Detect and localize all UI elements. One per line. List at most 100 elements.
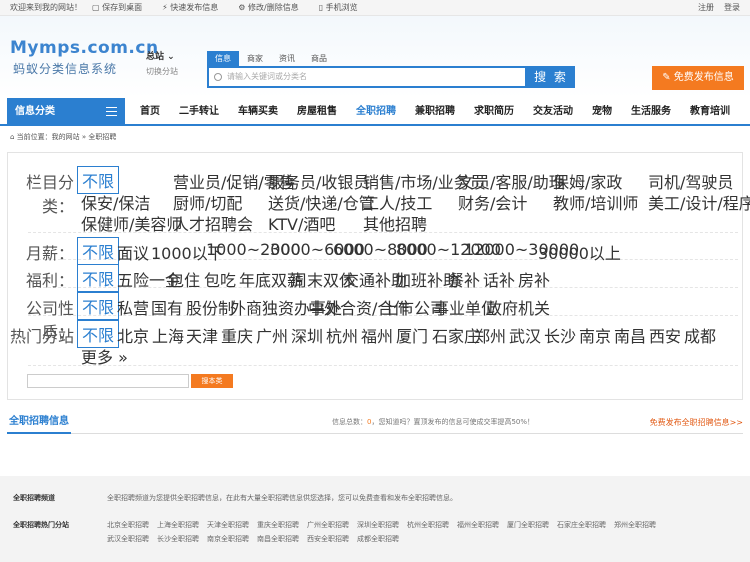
filter-option-city[interactable]: 重庆 [221, 323, 253, 347]
hot-city-link[interactable]: 北京全职招聘 [107, 520, 149, 534]
filter-option-column[interactable]: 美工/设计/程序员 [648, 190, 750, 214]
filter-option-city[interactable]: 长沙 [544, 323, 576, 347]
filter-option-city[interactable]: 武汉 [509, 323, 541, 347]
filter-option-city[interactable]: 广州 [256, 323, 288, 347]
filter-option-city[interactable]: 石家庄 [432, 323, 480, 347]
city-switch-link[interactable]: 切换分站 [146, 66, 178, 77]
filter-option-welfare[interactable]: 包吃 [204, 267, 236, 291]
filter-option-city[interactable]: 郑州 [474, 323, 506, 347]
filter-more-link[interactable]: 更多 » [81, 344, 128, 368]
register-link[interactable]: 注册 [698, 0, 714, 16]
keyword-search-button[interactable]: 搜本类 [191, 374, 233, 388]
free-post-link[interactable]: 免费发布全职招聘信息>> [650, 417, 743, 428]
filter-option-city[interactable]: 福州 [361, 323, 393, 347]
filter-option-city[interactable]: 南京 [579, 323, 611, 347]
hot-city-link[interactable]: 石家庄全职招聘 [557, 520, 606, 534]
search-input[interactable]: 请输入关键词或分类名 [207, 66, 527, 88]
filter-all-welfare[interactable]: 不限 [77, 264, 120, 292]
hot-city-link[interactable]: 成都全职招聘 [357, 534, 399, 548]
filter-option-column[interactable]: 财务/会计 [458, 190, 527, 214]
hot-city-link[interactable]: 福州全职招聘 [457, 520, 499, 534]
nav-item[interactable]: 车辆买卖 [238, 98, 278, 126]
logo-slogan: 蚂蚁分类信息系统 [13, 62, 118, 76]
edit-delete-link[interactable]: ⚙ 修改/删除信息 [238, 0, 308, 16]
filter-option-company[interactable]: 私营 [117, 295, 149, 319]
filter-option-city[interactable]: 天津 [186, 323, 218, 347]
channel-label: 全职招聘频道 [13, 494, 55, 502]
nav-item[interactable]: 求职简历 [474, 98, 514, 126]
filter-option-city[interactable]: 上海 [152, 323, 184, 347]
filter-option-company[interactable]: 股份制 [186, 295, 234, 319]
hot-city-link[interactable]: 广州全职招聘 [307, 520, 349, 534]
hot-city-link[interactable]: 重庆全职招聘 [257, 520, 299, 534]
filter-divider [28, 365, 738, 366]
filter-option-column[interactable]: 保健师/美容师 [81, 211, 182, 235]
hot-city-link[interactable]: 深圳全职招聘 [357, 520, 399, 534]
search-tab-news[interactable]: 资讯 [271, 51, 303, 66]
filter-option-column[interactable]: KTV/酒吧 [268, 211, 335, 235]
search-tab-info[interactable]: 信息 [207, 51, 239, 66]
filter-all-salary[interactable]: 不限 [77, 237, 120, 265]
filter-label-salary: 月薪： [25, 244, 74, 263]
filter-option-company[interactable]: 国有 [151, 295, 183, 319]
hot-city-link[interactable]: 南昌全职招聘 [257, 534, 299, 548]
nav-item[interactable]: 房屋租售 [297, 98, 337, 126]
search-tab-goods[interactable]: 商品 [303, 51, 335, 66]
login-link[interactable]: 登录 [724, 0, 740, 16]
filter-label-city: 热门分站 [9, 327, 74, 346]
filter-label-column: 栏目分类： [25, 173, 74, 216]
filter-option-salary[interactable]: 30000以上 [538, 240, 621, 264]
nav-item[interactable]: 生活服务 [631, 98, 671, 126]
list-title: 全职招聘信息 [7, 412, 71, 434]
nav-item[interactable]: 宠物 [592, 98, 612, 126]
nav-item[interactable]: 首页 [140, 98, 160, 126]
filter-option-city[interactable]: 西安 [649, 323, 681, 347]
filter-option-city[interactable]: 厦门 [396, 323, 428, 347]
mobile-link[interactable]: ▯ 手机浏览 [319, 0, 368, 16]
filter-option-city[interactable]: 南昌 [614, 323, 646, 347]
filter-option-company[interactable]: 政府机关 [486, 295, 550, 319]
hot-city-link[interactable]: 天津全职招聘 [207, 520, 249, 534]
nav-item[interactable]: 兼职招聘 [415, 98, 455, 126]
hot-city-link[interactable]: 长沙全职招聘 [157, 534, 199, 548]
save-desktop-link[interactable]: ▢ 保存到桌面 [92, 0, 152, 16]
quick-post-link[interactable]: ⚡ 快速发布信息 [162, 0, 228, 16]
hot-city-link[interactable]: 上海全职招聘 [157, 520, 199, 534]
main-nav: 信息分类 首页 二手转让 车辆买卖 房屋租售 全职招聘 兼职招聘 求职简历 交友活动 宠物 生活服… [0, 98, 750, 126]
hot-city-link[interactable]: 厦门全职招聘 [507, 520, 549, 534]
filter-option-column[interactable]: 其他招聘 [363, 211, 427, 235]
search-tab-shop[interactable]: 商家 [239, 51, 271, 66]
home-icon: ⌂ [10, 133, 17, 141]
filter-option-salary[interactable]: 面议 [117, 240, 149, 264]
filter-option-welfare[interactable]: 餐补 [448, 267, 480, 291]
logo[interactable]: Mymps.com.cn [10, 38, 159, 58]
hot-city-link[interactable]: 西安全职招聘 [307, 534, 349, 548]
filter-option-city[interactable]: 深圳 [291, 323, 323, 347]
hot-city-link[interactable]: 南京全职招聘 [207, 534, 249, 548]
filter-all-company[interactable]: 不限 [77, 292, 120, 320]
hot-city-link[interactable]: 武汉全职招聘 [107, 534, 149, 548]
free-post-button[interactable]: ✎ 免费发布信息 [652, 66, 744, 90]
filter-option-welfare[interactable]: 话补 [483, 267, 515, 291]
city-selector[interactable]: 总站 ⌄ [146, 49, 175, 62]
list-info: 信息总数：0，您知道吗？置顶发布的信息可使成交率提高50%！ [332, 418, 535, 426]
hot-city-link[interactable]: 郑州全职招聘 [614, 520, 656, 534]
chevron-down-icon: ⌄ [164, 52, 175, 62]
search-button[interactable]: 搜 索 [527, 66, 575, 88]
nav-item[interactable]: 二手转让 [179, 98, 219, 126]
filter-option-welfare[interactable]: 房补 [518, 267, 550, 291]
filter-option-welfare[interactable]: 包住 [168, 267, 200, 291]
filter-option-column[interactable]: 人才招聘会 [173, 211, 253, 235]
filter-option-city[interactable]: 杭州 [326, 323, 358, 347]
category-menu-button[interactable]: 信息分类 [7, 98, 125, 126]
filter-option-column[interactable]: 教师/培训师 [553, 190, 638, 214]
filter-option-city[interactable]: 成都 [684, 323, 716, 347]
nav-item[interactable]: 教育培训 [690, 98, 730, 126]
nav-item[interactable]: 全职招聘 [356, 98, 396, 126]
header: Mymps.com.cn 蚂蚁分类信息系统 总站 ⌄ 切换分站 信息 商家 资讯… [0, 16, 750, 98]
keyword-input[interactable] [27, 374, 189, 388]
search-tabs: 信息 商家 资讯 商品 [207, 51, 335, 66]
footer-seo: 全职招聘频道 全职招聘频道为您提供全职招聘信息，在此有大量全职招聘信息供您选择，… [0, 476, 750, 562]
hot-city-link[interactable]: 杭州全职招聘 [407, 520, 449, 534]
nav-item[interactable]: 交友活动 [533, 98, 573, 126]
